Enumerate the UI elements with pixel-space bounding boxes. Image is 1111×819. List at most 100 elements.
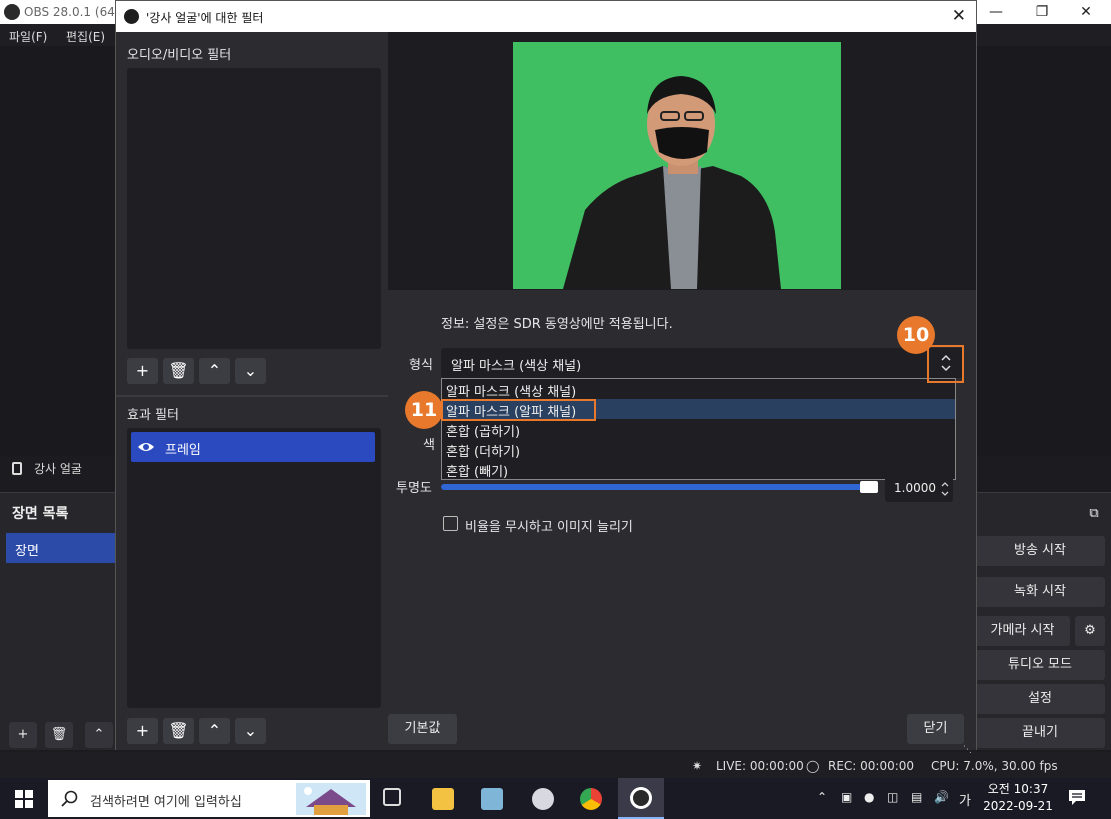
studio-mode-button[interactable]: 튜디오 모드 [975, 650, 1105, 680]
stretch-checkbox-label: 비율을 무시하고 이미지 늘리기 [465, 520, 633, 535]
add-av-filter-button[interactable]: + [127, 358, 158, 384]
close-button[interactable]: 닫기 [907, 714, 964, 744]
opacity-slider-handle[interactable] [860, 481, 878, 493]
filter-preview [388, 32, 976, 290]
network-icon[interactable]: ▤ [911, 790, 922, 804]
live-status: LIVE: 00:00:00 [716, 759, 804, 773]
menu-file[interactable]: 파일(F) [9, 28, 47, 45]
search-icon [61, 790, 78, 807]
windows-start-icon[interactable] [15, 790, 33, 808]
gear-icon[interactable]: ⚙ [1075, 616, 1105, 646]
type-label: 형식 [409, 358, 433, 373]
start-record-button[interactable]: 녹화 시작 [975, 577, 1105, 607]
clock-date: 2022-09-21 [983, 799, 1053, 813]
move-scene-up-button[interactable]: ⌃ [85, 722, 113, 748]
task-view-icon[interactable] [383, 788, 401, 806]
scene-list-title: 장면 목록 [12, 506, 69, 522]
callout-step-11: 11 [405, 391, 443, 429]
rec-status: REC: 00:00:00 [828, 759, 915, 773]
close-icon[interactable]: ✕ [952, 6, 966, 26]
move-effect-filter-up-button[interactable]: ⌃ [199, 718, 230, 744]
defaults-button[interactable]: 기본값 [388, 714, 457, 744]
opacity-label: 투명도 [396, 481, 432, 496]
tray-camera-icon[interactable]: ◫ [887, 790, 898, 804]
dropdown-option[interactable]: 알파 마스크 (색상 채널) [442, 379, 955, 400]
microphone-icon[interactable]: ● [864, 790, 874, 804]
search-highlight-illustration-icon [296, 783, 366, 815]
notepad-icon[interactable] [481, 788, 503, 810]
live-icon: ✷ [692, 759, 703, 773]
settings-button[interactable]: 설정 [975, 684, 1105, 714]
effect-filter-list[interactable] [127, 428, 381, 708]
av-filters-label: 오디오/비디오 필터 [127, 48, 232, 63]
type-select[interactable]: 알파 마스크 (색상 채널) [441, 348, 963, 378]
scene-item[interactable]: 장면 [6, 533, 116, 563]
remove-scene-button[interactable]: 🗑 [45, 722, 73, 748]
cpu-status: CPU: 7.0%, 30.00 fps [931, 759, 1058, 773]
obs-logo-icon [124, 9, 139, 24]
move-effect-filter-down-button[interactable]: ⌄ [235, 718, 266, 744]
taskbar-clock[interactable]: 오전 10:37 2022-09-21 [978, 781, 1058, 815]
pane-divider [116, 395, 388, 397]
chrome-icon[interactable] [580, 788, 602, 810]
remove-effect-filter-button[interactable]: 🗑 [163, 718, 194, 744]
opacity-slider[interactable] [441, 484, 871, 490]
dropdown-option[interactable]: 혼합 (곱하기) [442, 419, 955, 440]
presenter-image [563, 76, 781, 289]
restore-icon[interactable]: ❐ [1019, 0, 1065, 24]
notification-icon[interactable] [1068, 788, 1086, 806]
effect-filter-name: 프레임 [165, 443, 201, 458]
sdr-info-text: 정보: 설정은 SDR 동영상에만 적용됩니다. [441, 317, 673, 332]
dropdown-option[interactable]: 혼합 (빼기) [442, 459, 955, 480]
clock-time: 오전 10:37 [987, 782, 1049, 796]
tray-meet-icon[interactable]: ▣ [841, 790, 852, 804]
remove-av-filter-button[interactable]: 🗑 [163, 358, 194, 384]
tray-overflow-icon[interactable]: ⌃ [817, 790, 827, 804]
filter-list-pane: 오디오/비디오 필터 + 🗑 ⌃ ⌄ 효과 필터 + 🗑 ⌃ ⌄ [116, 32, 388, 750]
chroma-green-background [513, 42, 841, 289]
effect-filters-label: 효과 필터 [127, 408, 179, 423]
dock-layout-icon[interactable]: ⧉ [1083, 503, 1105, 525]
type-select-value: 알파 마스크 (색상 채널) [451, 359, 582, 374]
effect-filter-item-frame[interactable]: 프레임 [131, 432, 375, 462]
spinner-arrows-icon[interactable] [940, 479, 950, 499]
source-name: 강사 얼굴 [34, 462, 82, 476]
volume-icon[interactable]: 🔊 [934, 790, 949, 804]
exit-button[interactable]: 끝내기 [975, 718, 1105, 748]
stretch-checkbox[interactable] [443, 516, 458, 531]
start-stream-button[interactable]: 방송 시작 [975, 536, 1105, 566]
minimize-icon[interactable]: — [973, 0, 1019, 24]
move-av-filter-down-button[interactable]: ⌄ [235, 358, 266, 384]
move-av-filter-up-button[interactable]: ⌃ [199, 358, 230, 384]
snipping-tool-icon[interactable] [532, 788, 554, 810]
menu-edit[interactable]: 편집(E) [66, 28, 105, 45]
callout-highlight-option [441, 399, 596, 421]
opacity-input[interactable]: 1.0000 [885, 476, 953, 502]
dialog-title: '강사 얼굴'에 대한 필터 [146, 11, 264, 25]
file-explorer-icon[interactable] [432, 788, 454, 810]
av-filter-list[interactable] [127, 68, 381, 349]
obs-app-icon [630, 787, 652, 809]
resize-grip-icon[interactable]: ⋱ [963, 745, 972, 755]
start-camera-button[interactable]: 가메라 시작 [975, 616, 1070, 646]
add-scene-button[interactable]: + [9, 722, 37, 748]
eye-visibility-icon[interactable] [137, 438, 155, 456]
dropdown-option[interactable]: 혼합 (더하기) [442, 439, 955, 460]
source-row[interactable]: 강사 얼굴 [12, 460, 82, 477]
rec-icon: ◯ [806, 759, 820, 773]
callout-highlight-chevron [927, 345, 964, 383]
type-dropdown-list[interactable]: 알파 마스크 (색상 채널) 알파 마스크 (알파 채널) 혼합 (곱하기) 혼… [441, 378, 956, 480]
taskbar-search-box[interactable]: 검색하려면 여기에 입력하십 [48, 780, 370, 817]
windows-taskbar: 검색하려면 여기에 입력하십 ⌃ ▣ ● ◫ ▤ 🔊 가 오전 10:37 20… [0, 778, 1111, 819]
dialog-titlebar: '강사 얼굴'에 대한 필터 ✕ [116, 1, 976, 32]
ime-indicator[interactable]: 가 [959, 790, 971, 809]
close-window-icon[interactable]: ✕ [1063, 0, 1109, 24]
status-bar: ✷ LIVE: 00:00:00 ◯ REC: 00:00:00 CPU: 7.… [0, 752, 1111, 778]
add-effect-filter-button[interactable]: + [127, 718, 158, 744]
color-label: 색 [423, 438, 435, 453]
obs-taskbar-button[interactable] [618, 778, 664, 819]
obs-window-title: OBS 28.0.1 (64- [24, 5, 120, 19]
document-icon [12, 462, 22, 475]
search-placeholder: 검색하려면 여기에 입력하십 [90, 795, 242, 810]
obs-logo-icon [4, 4, 20, 20]
